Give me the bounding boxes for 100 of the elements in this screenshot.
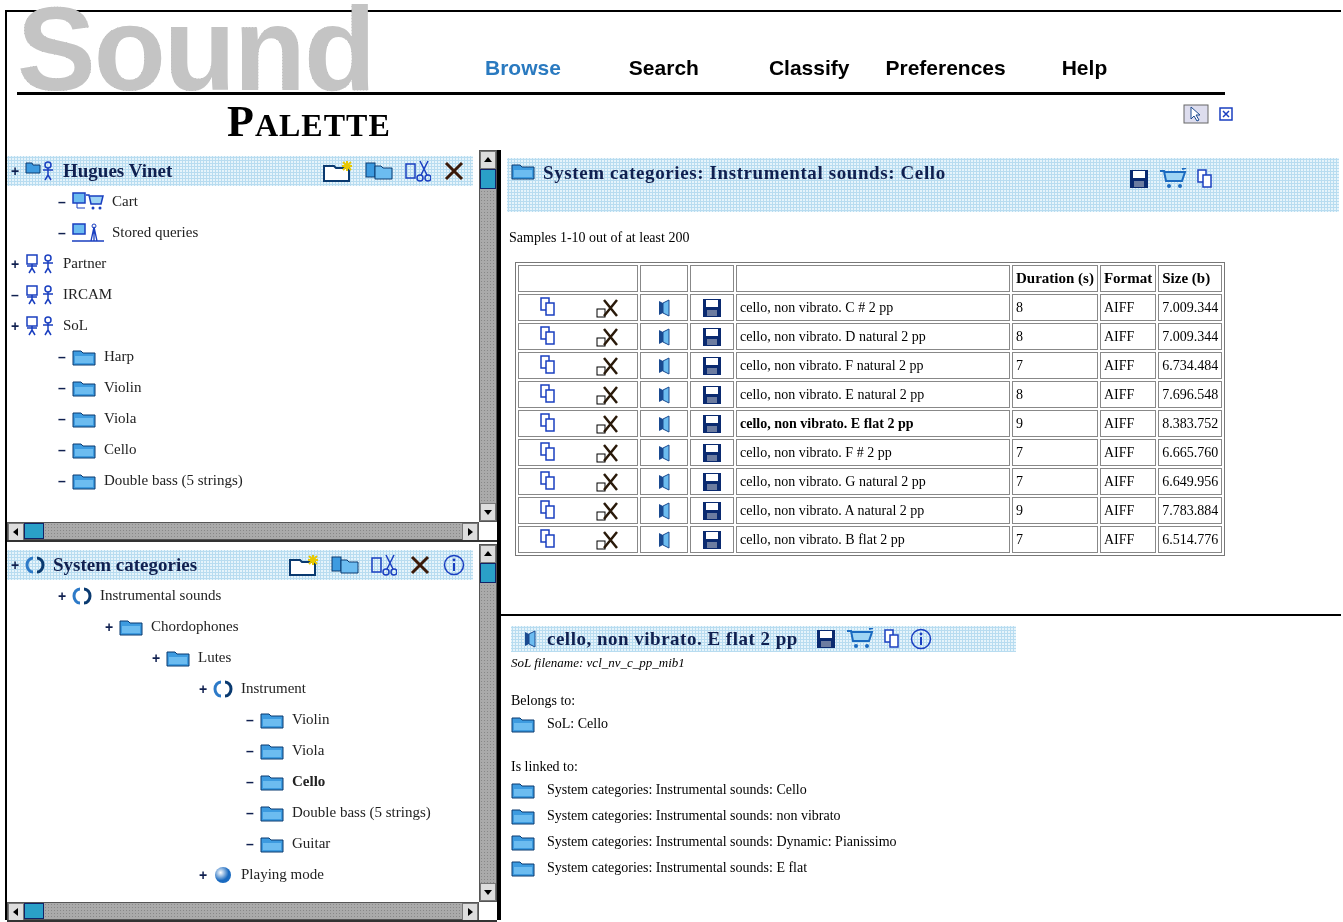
horizontal-scrollbar[interactable] <box>7 522 479 540</box>
copy-icon[interactable] <box>540 499 556 520</box>
sound-name[interactable]: cello, non vibrato. A natural 2 pp <box>736 497 1010 524</box>
nav-tab[interactable]: Browse <box>485 56 561 80</box>
expand-toggle[interactable]: + <box>105 618 115 635</box>
sound-name[interactable]: cello, non vibrato. F natural 2 pp <box>736 352 1010 379</box>
folders-icon[interactable] <box>365 160 393 182</box>
copy-icon[interactable] <box>540 528 556 549</box>
expand-toggle[interactable]: – <box>246 742 256 759</box>
category-link[interactable]: System categories: Instrumental sounds: non vibrato <box>547 808 841 824</box>
up-arrow-icon[interactable] <box>484 156 492 164</box>
left-arrow-icon[interactable] <box>12 908 20 916</box>
nav-tab[interactable]: Help <box>1061 56 1108 80</box>
expand-toggle[interactable]: – <box>11 286 21 303</box>
expand-toggle[interactable]: + <box>11 163 21 179</box>
vertical-scrollbar[interactable] <box>479 150 497 522</box>
expand-toggle[interactable]: – <box>58 348 68 365</box>
save-icon[interactable] <box>702 326 722 347</box>
save-icon[interactable] <box>702 529 722 550</box>
save-icon[interactable] <box>1129 169 1149 189</box>
tree-item[interactable]: Guitar <box>292 835 331 852</box>
save-icon[interactable] <box>702 442 722 463</box>
delete-icon[interactable] <box>409 554 431 576</box>
expand-toggle[interactable]: – <box>58 441 68 458</box>
tree-item[interactable]: Stored queries <box>112 224 199 241</box>
sound-name[interactable]: cello, non vibrato. E natural 2 pp <box>736 381 1010 408</box>
new-folder-icon[interactable] <box>323 160 353 182</box>
down-arrow-icon[interactable] <box>484 888 492 896</box>
tree-item[interactable]: Cello <box>292 773 326 790</box>
tree-item[interactable]: Cello <box>104 441 137 458</box>
expand-toggle[interactable]: + <box>58 587 68 604</box>
play-icon[interactable] <box>657 413 671 434</box>
tree-item[interactable]: Double bass (5 strings) <box>104 472 243 489</box>
category-link[interactable]: SoL: Cello <box>547 716 609 732</box>
expand-toggle[interactable]: – <box>58 379 68 396</box>
copy-icon[interactable] <box>1197 169 1213 189</box>
expand-toggle[interactable]: – <box>58 410 68 427</box>
copy-icon[interactable] <box>540 354 556 375</box>
delete-icon[interactable] <box>443 160 465 182</box>
expand-toggle[interactable]: + <box>199 866 209 883</box>
category-link[interactable]: System categories: Instrumental sounds: E flat <box>547 860 808 876</box>
expand-toggle[interactable]: – <box>58 224 68 241</box>
save-icon[interactable] <box>702 471 722 492</box>
expand-toggle[interactable]: + <box>11 317 21 334</box>
save-icon[interactable] <box>702 500 722 521</box>
left-arrow-icon[interactable] <box>12 528 20 536</box>
copy-icon[interactable] <box>540 325 556 346</box>
play-icon[interactable] <box>657 326 671 347</box>
nav-tab[interactable]: Preferences <box>885 56 1006 80</box>
copy-icon[interactable] <box>540 470 556 491</box>
tree-item[interactable]: SoL <box>63 317 88 334</box>
copy-icon[interactable] <box>883 629 900 649</box>
vertical-scrollbar[interactable] <box>479 544 497 902</box>
tree-item[interactable]: Chordophones <box>151 618 239 635</box>
expand-toggle[interactable]: + <box>11 557 21 573</box>
save-icon[interactable] <box>702 297 722 318</box>
category-link[interactable]: System categories: Instrumental sounds: Cello <box>547 782 807 798</box>
tree-item[interactable]: Playing mode <box>241 866 324 883</box>
pointer-icon[interactable] <box>1183 104 1209 124</box>
sound-name[interactable]: cello, non vibrato. E flat 2 pp <box>736 410 1010 437</box>
play-icon[interactable] <box>657 384 671 405</box>
folders-icon[interactable] <box>331 554 359 576</box>
tree-item[interactable]: Viola <box>104 410 137 427</box>
save-icon[interactable] <box>702 384 722 405</box>
expand-toggle[interactable]: – <box>246 804 256 821</box>
tree-item[interactable]: Instrument <box>241 680 306 697</box>
sound-name[interactable]: cello, non vibrato. G natural 2 pp <box>736 468 1010 495</box>
cart-icon[interactable] <box>845 628 874 650</box>
up-arrow-icon[interactable] <box>484 550 492 558</box>
expand-toggle[interactable]: + <box>11 255 21 272</box>
play-icon[interactable] <box>523 629 537 649</box>
play-icon[interactable] <box>657 471 671 492</box>
tree-root[interactable]: System categories <box>53 554 198 576</box>
info-icon[interactable] <box>909 628 932 650</box>
play-icon[interactable] <box>657 500 671 521</box>
expand-toggle[interactable]: – <box>246 773 256 790</box>
expand-toggle[interactable]: – <box>58 472 68 489</box>
tree-item[interactable]: Double bass (5 strings) <box>292 804 431 821</box>
copy-icon[interactable] <box>540 296 556 317</box>
scrollbar-thumb[interactable] <box>480 563 496 583</box>
play-icon[interactable] <box>657 442 671 463</box>
copy-icon[interactable] <box>540 412 556 433</box>
down-arrow-icon[interactable] <box>484 508 492 516</box>
expand-toggle[interactable]: – <box>58 193 68 210</box>
tree-item[interactable]: Viola <box>292 742 325 759</box>
expand-toggle[interactable]: – <box>246 711 256 728</box>
expand-toggle[interactable]: + <box>199 680 209 697</box>
scrollbar-thumb[interactable] <box>480 169 496 189</box>
tree-item[interactable]: IRCAM <box>63 286 113 303</box>
tree-item[interactable]: Violin <box>292 711 330 728</box>
tree-item[interactable]: Instrumental sounds <box>100 587 222 604</box>
expand-toggle[interactable]: – <box>246 835 256 852</box>
cart-icon[interactable] <box>1159 168 1187 190</box>
cut-icon[interactable] <box>371 554 397 576</box>
tree-item[interactable]: Harp <box>104 348 134 365</box>
right-arrow-icon[interactable] <box>466 908 474 916</box>
expand-toggle[interactable]: + <box>152 649 162 666</box>
right-arrow-icon[interactable] <box>466 528 474 536</box>
play-icon[interactable] <box>657 297 671 318</box>
tree-item[interactable]: Partner <box>63 255 107 272</box>
